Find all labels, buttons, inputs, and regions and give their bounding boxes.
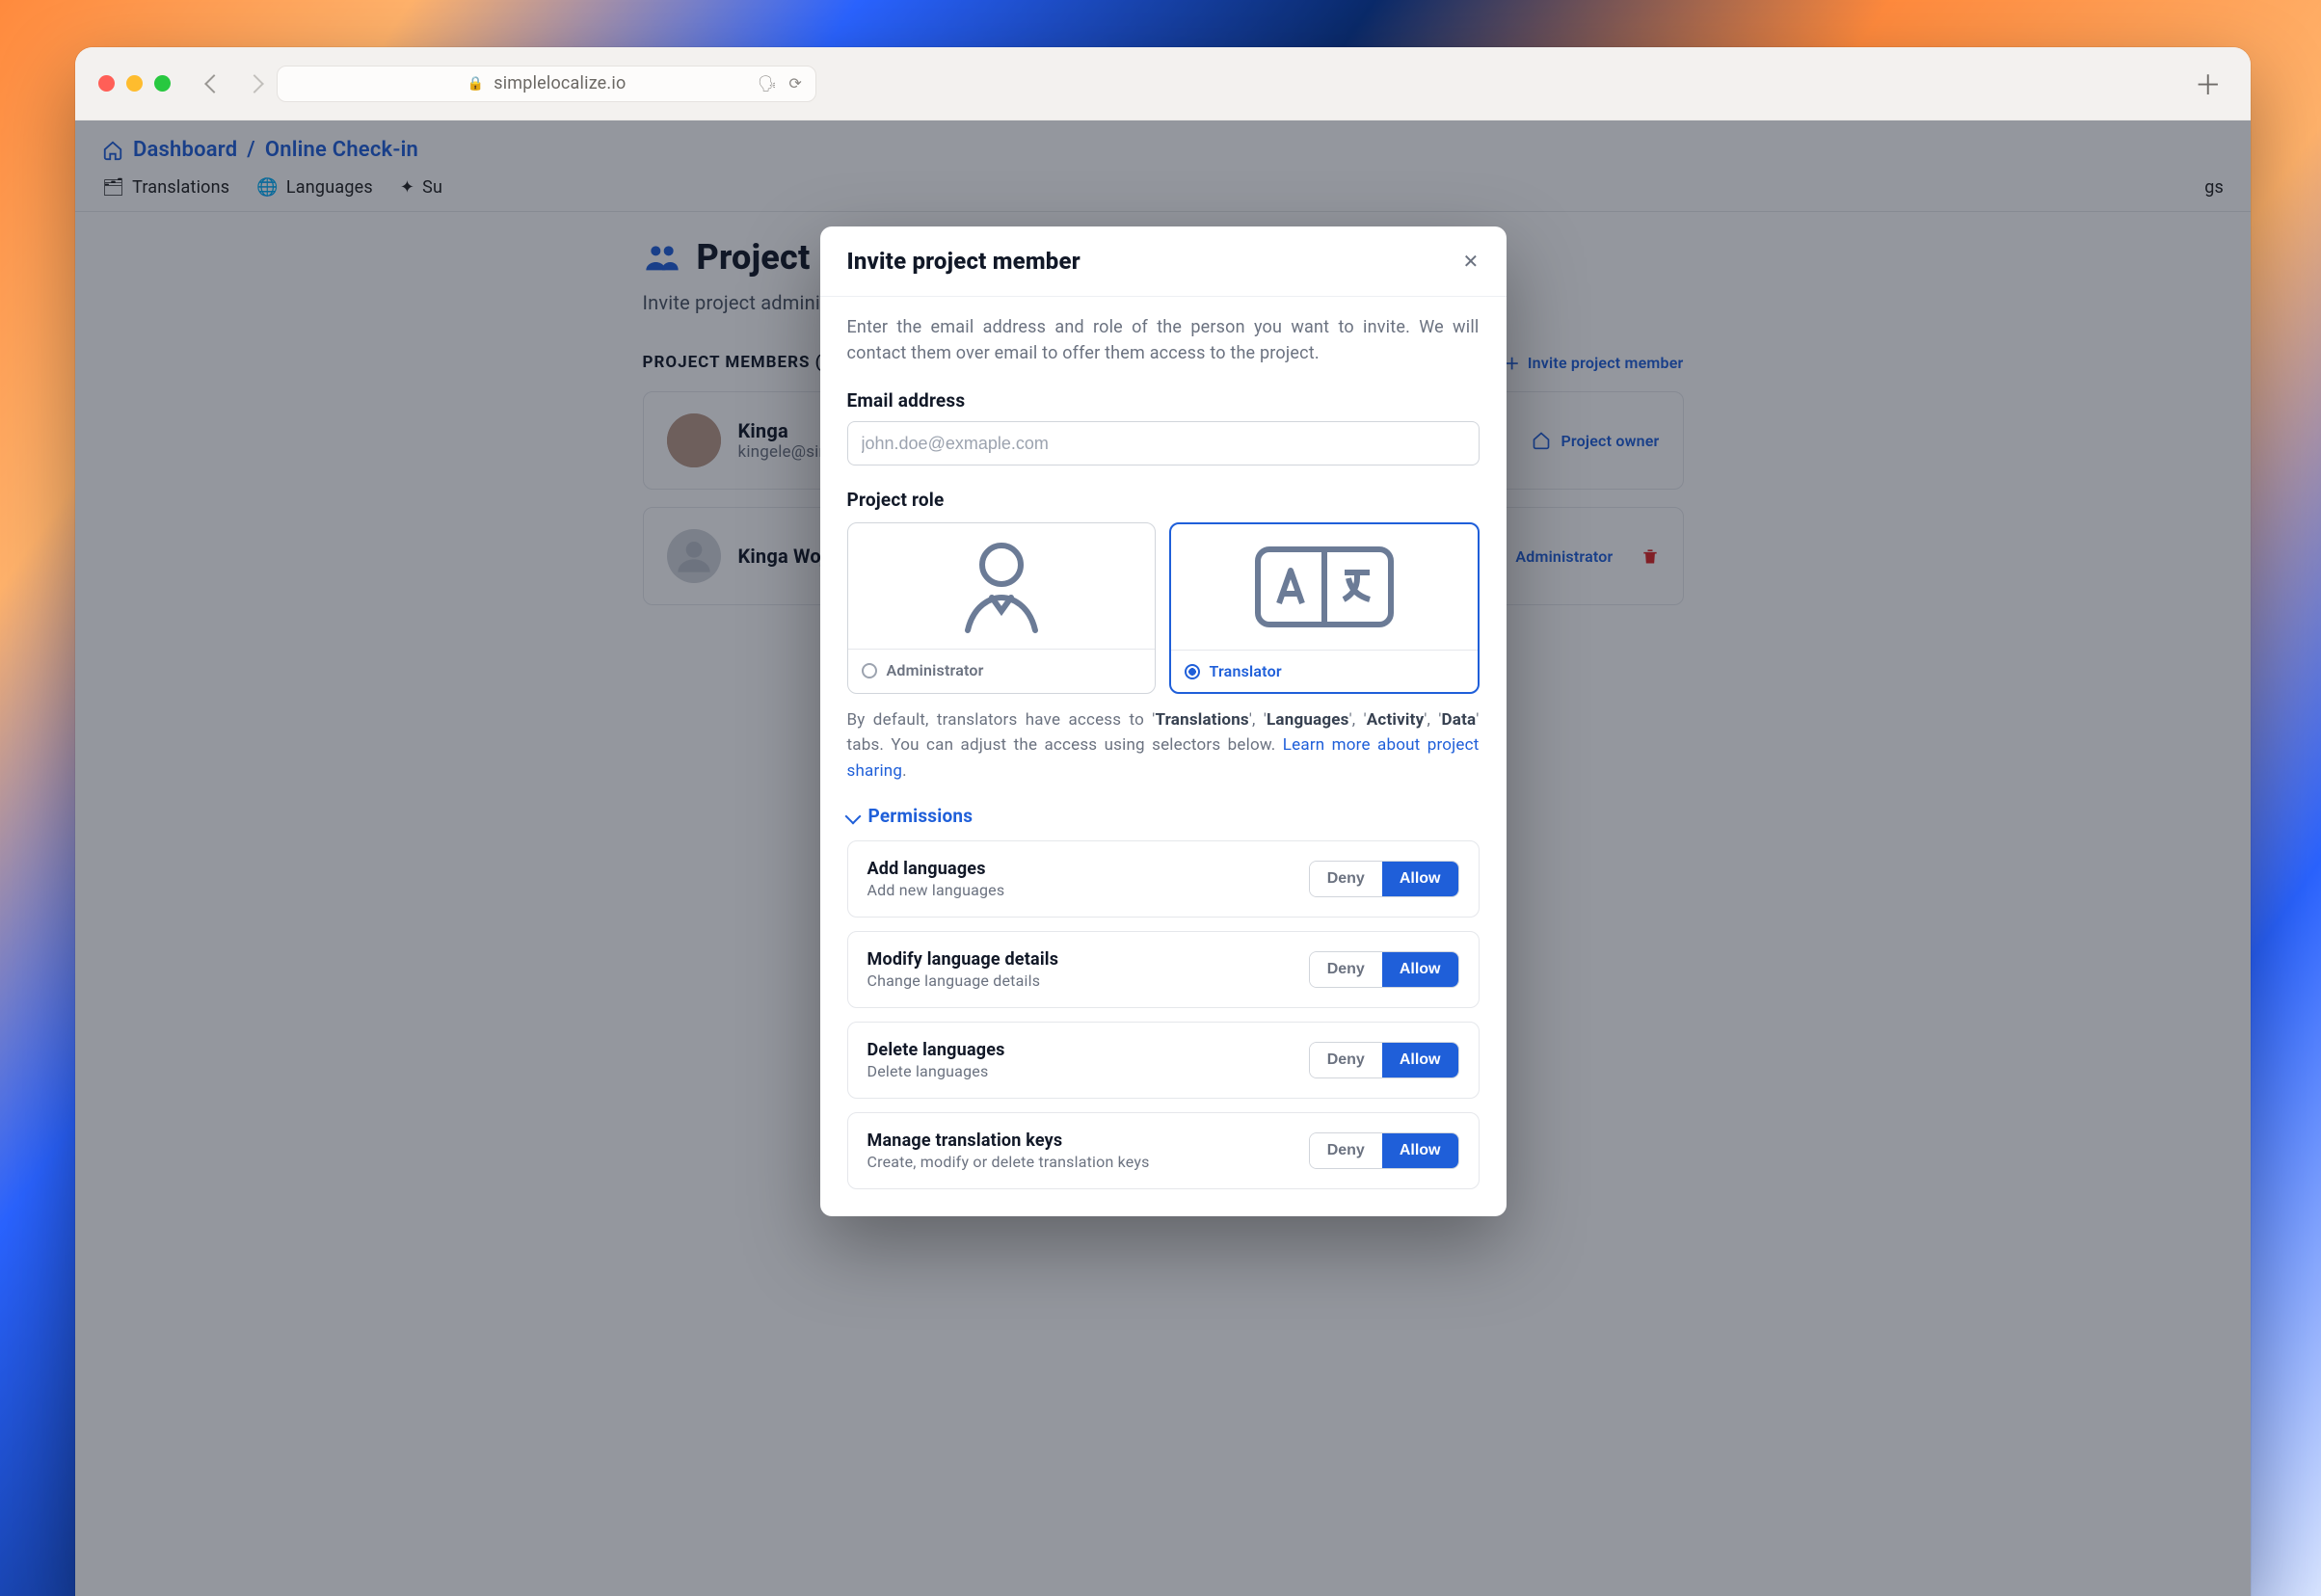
- back-button[interactable]: [204, 74, 224, 93]
- perm-title: Manage translation keys: [867, 1130, 1150, 1151]
- safari-window: 🔒 simplelocalize.io 🗣 ⟳ ＋ Dashboard / On…: [75, 47, 2251, 1596]
- radio-icon: [862, 663, 877, 678]
- role-label: Project role: [847, 489, 1480, 511]
- perm-desc: Change language details: [867, 971, 1059, 990]
- permission-row: Add languages Add new languages Deny All…: [847, 840, 1480, 918]
- app-viewport: Dashboard / Online Check-in 🗂 Translatio…: [75, 120, 2251, 1596]
- perm-desc: Create, modify or delete translation key…: [867, 1153, 1150, 1171]
- role-name: Translator: [1210, 662, 1282, 680]
- perm-desc: Delete languages: [867, 1062, 1005, 1080]
- modal-intro: Enter the email address and role of the …: [847, 314, 1480, 366]
- perm-title: Modify language details: [867, 949, 1059, 970]
- permission-row: Manage translation keys Create, modify o…: [847, 1112, 1480, 1189]
- role-name: Administrator: [887, 661, 984, 679]
- close-modal-button[interactable]: ✕: [1463, 250, 1480, 273]
- url-text: simplelocalize.io: [494, 73, 626, 93]
- forward-button[interactable]: [245, 74, 264, 93]
- lock-icon: 🔒: [467, 76, 485, 92]
- invite-member-modal: Invite project member ✕ Enter the email …: [820, 226, 1507, 1216]
- translate-icon[interactable]: 🗣: [758, 74, 778, 93]
- browser-titlebar: 🔒 simplelocalize.io 🗣 ⟳ ＋: [75, 47, 2251, 120]
- translator-illustration-icon: [1171, 524, 1478, 650]
- reload-icon[interactable]: ⟳: [788, 74, 802, 93]
- deny-button[interactable]: Deny: [1310, 862, 1382, 896]
- close-window-button[interactable]: [98, 75, 115, 92]
- permission-row: Modify language details Change language …: [847, 931, 1480, 1008]
- allow-button[interactable]: Allow: [1382, 1133, 1458, 1168]
- deny-button[interactable]: Deny: [1310, 1133, 1382, 1168]
- permissions-label: Permissions: [868, 805, 974, 827]
- perm-toggle: Deny Allow: [1309, 951, 1459, 988]
- address-actions: 🗣 ⟳: [758, 74, 802, 93]
- minimize-window-button[interactable]: [126, 75, 143, 92]
- permission-row: Delete languages Delete languages Deny A…: [847, 1022, 1480, 1099]
- email-input[interactable]: [847, 421, 1480, 466]
- admin-illustration-icon: [848, 523, 1155, 649]
- role-option-translator[interactable]: Translator: [1169, 522, 1480, 694]
- radio-icon: [1185, 664, 1200, 679]
- perm-desc: Add new languages: [867, 881, 1005, 899]
- modal-title: Invite project member: [847, 248, 1080, 275]
- email-label: Email address: [847, 389, 1480, 412]
- new-tab-button[interactable]: ＋: [2195, 65, 2222, 103]
- allow-button[interactable]: Allow: [1382, 952, 1458, 987]
- perm-toggle: Deny Allow: [1309, 1042, 1459, 1078]
- permissions-toggle[interactable]: Permissions: [847, 805, 1480, 827]
- perm-title: Delete languages: [867, 1040, 1005, 1060]
- perm-toggle: Deny Allow: [1309, 861, 1459, 897]
- allow-button[interactable]: Allow: [1382, 1043, 1458, 1077]
- nav-buttons: [207, 77, 261, 91]
- chevron-down-icon: [844, 808, 861, 824]
- deny-button[interactable]: Deny: [1310, 952, 1382, 987]
- perm-title: Add languages: [867, 859, 1005, 879]
- allow-button[interactable]: Allow: [1382, 862, 1458, 896]
- role-note: By default, translators have access to '…: [847, 707, 1480, 784]
- role-option-administrator[interactable]: Administrator: [847, 522, 1156, 694]
- address-bar[interactable]: 🔒 simplelocalize.io 🗣 ⟳: [277, 66, 816, 102]
- window-controls: [98, 75, 171, 92]
- deny-button[interactable]: Deny: [1310, 1043, 1382, 1077]
- fullscreen-window-button[interactable]: [154, 75, 171, 92]
- perm-toggle: Deny Allow: [1309, 1132, 1459, 1169]
